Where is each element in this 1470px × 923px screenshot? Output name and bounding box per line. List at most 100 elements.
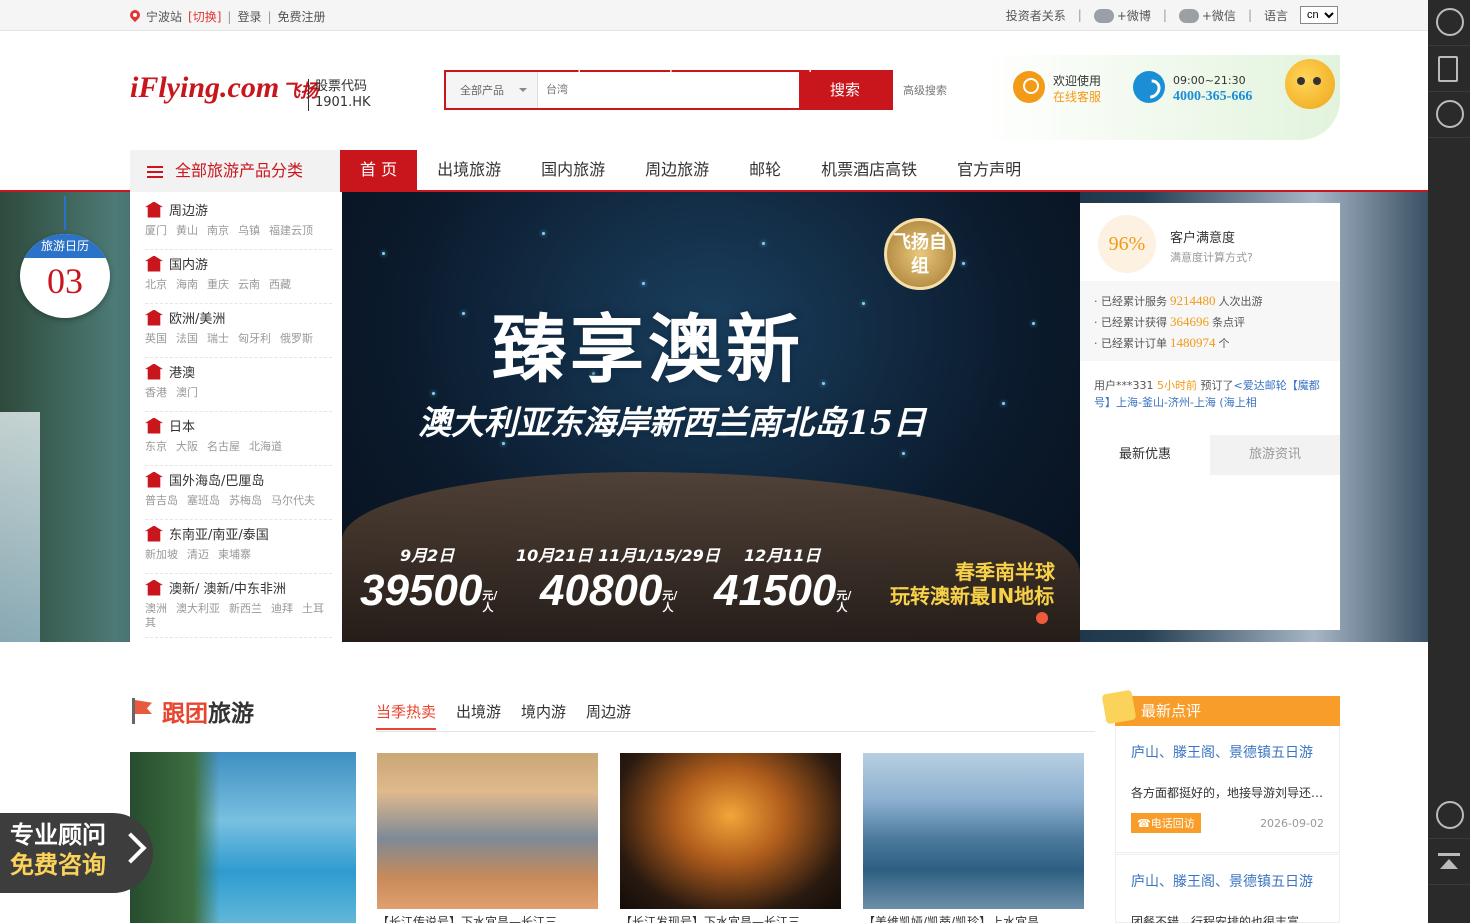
category-sublink[interactable]: 匈牙利 — [238, 332, 271, 345]
category-sublink[interactable]: 乌镇 — [238, 224, 260, 237]
glowworm-light — [642, 282, 645, 285]
category-sublink[interactable]: 香港 — [145, 386, 167, 399]
advanced-search-link[interactable]: 高级搜索 — [903, 82, 947, 98]
category-title[interactable]: 国内游 — [169, 254, 208, 273]
customer-service-button[interactable] — [1428, 92, 1470, 138]
tab-nearby[interactable]: 周边游 — [586, 701, 631, 730]
category-title[interactable]: 日本 — [169, 416, 195, 435]
back-to-top-button[interactable] — [1428, 839, 1470, 885]
category-sublink[interactable]: 迪拜 — [271, 602, 293, 615]
category-sublink[interactable]: 法国 — [176, 332, 198, 345]
category-sublink[interactable]: 英国 — [145, 332, 167, 345]
site-logo[interactable]: iFlying.com 飞扬 股票代码 1901.HK — [130, 63, 371, 119]
category-sublink[interactable]: 北海道 — [249, 440, 282, 453]
nav-item-outbound[interactable]: 出境旅游 — [417, 150, 521, 190]
category-item[interactable]: 澳新/ 澳新/中东非洲 澳洲 澳大利亚 新西兰 迪拜 土耳其 — [145, 578, 332, 638]
category-item[interactable]: 欧洲/美洲 英国 法国 瑞士 匈牙利 俄罗斯 — [145, 308, 332, 358]
tab-travel-news[interactable]: 旅游资讯 — [1210, 435, 1340, 475]
satisfaction-hint-link[interactable]: 满意度计算方式? — [1170, 249, 1253, 265]
tab-hot[interactable]: 当季热卖 — [376, 701, 437, 730]
nav-item-home[interactable]: 首 页 — [340, 150, 418, 190]
category-sublink[interactable]: 大阪 — [176, 440, 198, 453]
login-link[interactable]: 登录 — [237, 8, 261, 25]
online-service-link[interactable]: 欢迎使用 在线客服 — [1053, 73, 1101, 105]
featured-tour-image[interactable] — [130, 752, 356, 923]
category-item[interactable]: 周边游 厦门 黄山 南京 乌镇 福建云顶 — [145, 200, 332, 250]
category-sublink[interactable]: 名古屋 — [207, 440, 240, 453]
category-title[interactable]: 港澳 — [169, 362, 195, 381]
category-item[interactable]: 国外海岛/巴厘岛普吉岛 塞班岛 苏梅岛 马尔代夫 — [145, 470, 332, 520]
category-sublink[interactable]: 云南 — [238, 278, 260, 291]
nav-item-domestic[interactable]: 国内旅游 — [521, 150, 625, 190]
category-sublink[interactable]: 俄罗斯 — [280, 332, 313, 345]
category-sublink[interactable]: 清迈 — [187, 548, 209, 561]
search-button[interactable]: 搜索 — [799, 72, 891, 108]
category-sublink[interactable]: 澳洲 — [145, 602, 167, 615]
category-title[interactable]: 欧洲/美洲 — [169, 308, 225, 327]
category-item[interactable]: 东南亚/南亚/泰国新加坡 清迈 柬埔寨 — [145, 524, 332, 574]
search-category-dropdown[interactable]: 全部产品 — [446, 72, 538, 108]
category-sublink[interactable]: 普吉岛 — [145, 494, 178, 507]
tour-card[interactable]: 【美维凯娅/凯蒂/凯珍】上水宜昌 — [863, 753, 1084, 923]
tab-outbound[interactable]: 出境游 — [456, 701, 501, 730]
order-search-button[interactable] — [1428, 46, 1470, 92]
nav-item-tickets[interactable]: 机票酒店高铁 — [801, 150, 937, 190]
all-categories-button[interactable]: 全部旅游产品分类 — [130, 150, 340, 192]
review-title[interactable]: 庐山、滕王阁、景德镇五日游 — [1131, 871, 1324, 891]
travel-calendar[interactable]: 旅游日历 03 — [20, 234, 110, 318]
register-link[interactable]: 免费注册 — [278, 8, 326, 25]
category-title[interactable]: 东南亚/南亚/泰国 — [169, 524, 269, 543]
category-sublink[interactable]: 新加坡 — [145, 548, 178, 561]
nav-item-nearby[interactable]: 周边旅游 — [625, 150, 729, 190]
category-sublink[interactable]: 瑞士 — [207, 332, 229, 345]
category-sublink[interactable]: 福建云顶 — [269, 224, 313, 237]
category-sublink[interactable]: 黄山 — [176, 224, 198, 237]
category-sublink[interactable]: 新西兰 — [229, 602, 262, 615]
switch-city-link[interactable]: [切换] — [188, 8, 221, 25]
review-item[interactable]: 庐山、滕王阁、景德镇五日游 各方面都挺好的，地接导游刘导还… ☎电话回访 202… — [1115, 726, 1340, 853]
tab-inbound[interactable]: 境内游 — [521, 701, 566, 730]
link-button[interactable] — [1428, 793, 1470, 839]
investor-link[interactable]: 投资者关系 — [1006, 7, 1066, 24]
category-sublink[interactable]: 海南 — [176, 278, 198, 291]
category-sublink[interactable]: 南京 — [207, 224, 229, 237]
glowworm-light — [962, 262, 965, 265]
category-sublink[interactable]: 塞班岛 — [187, 494, 220, 507]
category-title[interactable]: 国外海岛/巴厘岛 — [169, 470, 264, 489]
category-sublink[interactable]: 东京 — [145, 440, 167, 453]
category-sublink[interactable]: 澳门 — [176, 386, 198, 399]
category-title[interactable]: 澳新/ 澳新/中东非洲 — [169, 578, 286, 597]
category-sublink[interactable]: 北京 — [145, 278, 167, 291]
category-icon — [145, 417, 163, 434]
user-center-button[interactable] — [1428, 0, 1470, 46]
free-consult-button[interactable]: 专业顾问 免费咨询 — [0, 813, 153, 893]
language-select[interactable]: cn — [1300, 6, 1338, 24]
review-item[interactable]: 庐山、滕王阁、景德镇五日游 团餐不错，行程安排的也很丰富 — [1115, 854, 1340, 923]
carousel-dot[interactable] — [1036, 612, 1048, 624]
category-sublink[interactable]: 柬埔寨 — [218, 548, 251, 561]
weibo-link[interactable]: +微博 — [1093, 7, 1151, 24]
category-sublink[interactable]: 马尔代夫 — [271, 494, 315, 507]
flag-icon — [132, 698, 154, 724]
tour-card[interactable]: 【长江发现号】下水宜昌—长江三 — [620, 753, 841, 923]
category-title[interactable]: 周边游 — [169, 200, 208, 219]
customer-service-panel: 欢迎使用 在线客服 09:00~21:30 4000-365-666 — [980, 55, 1340, 140]
nav-item-cruise[interactable]: 邮轮 — [729, 150, 801, 190]
category-item[interactable]: 国内游 北京 海南 重庆 云南 西藏 — [145, 254, 332, 304]
wechat-link[interactable]: +微信 — [1178, 7, 1236, 24]
category-icon — [145, 255, 163, 272]
category-sublink[interactable]: 厦门 — [145, 224, 167, 237]
category-sublink[interactable]: 澳大利亚 — [176, 602, 220, 615]
search-input[interactable] — [538, 72, 799, 108]
category-sublink[interactable]: 西藏 — [269, 278, 291, 291]
tour-card[interactable]: 【长江传说号】下水宜昌—长江三 — [377, 753, 598, 923]
category-item[interactable]: 日本 东京 大阪 名古屋 北海道 — [145, 416, 332, 466]
tab-latest-deals[interactable]: 最新优惠 — [1080, 435, 1210, 475]
group-tour-tabs: 当季热卖 出境游 境内游 周边游 — [376, 701, 631, 730]
banner-badge: 飞扬自组 — [884, 218, 956, 290]
nav-item-statement[interactable]: 官方声明 — [937, 150, 1041, 190]
category-sublink[interactable]: 重庆 — [207, 278, 229, 291]
category-sublink[interactable]: 苏梅岛 — [229, 494, 262, 507]
review-title[interactable]: 庐山、滕王阁、景德镇五日游 — [1131, 742, 1324, 762]
category-item[interactable]: 港澳 香港 澳门 — [145, 362, 332, 412]
